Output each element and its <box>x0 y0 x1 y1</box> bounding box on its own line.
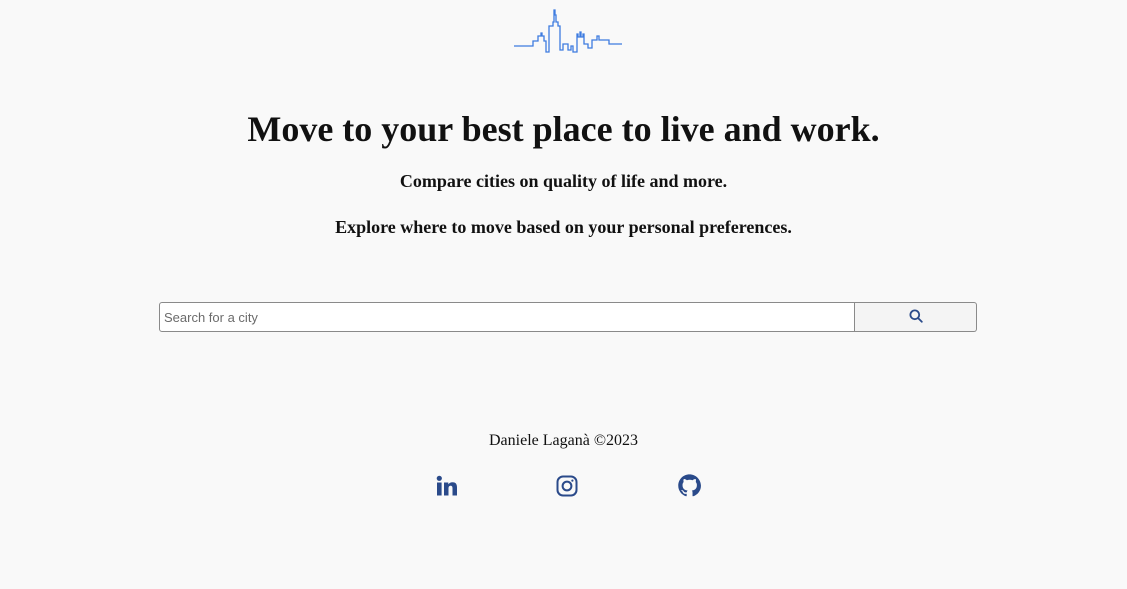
linkedin-icon <box>435 474 459 503</box>
instagram-link[interactable] <box>554 475 580 501</box>
search-icon <box>909 309 923 326</box>
github-link[interactable] <box>676 473 702 503</box>
search-button[interactable] <box>855 302 977 332</box>
subtitle-explore: Explore where to move based on your pers… <box>335 217 792 237</box>
headline: Move to your best place to live and work… <box>247 109 880 149</box>
instagram-icon <box>555 474 579 503</box>
search-input[interactable] <box>159 302 856 332</box>
city-skyline-icon[interactable] <box>513 6 623 56</box>
search-bar <box>159 302 977 332</box>
page: Move to your best place to live and work… <box>0 0 1127 589</box>
linkedin-link[interactable] <box>434 475 460 501</box>
copyright-text: Daniele Laganà ©2023 <box>489 432 638 449</box>
github-icon <box>677 473 702 503</box>
subtitle-compare: Compare cities on quality of life and mo… <box>399 171 728 191</box>
